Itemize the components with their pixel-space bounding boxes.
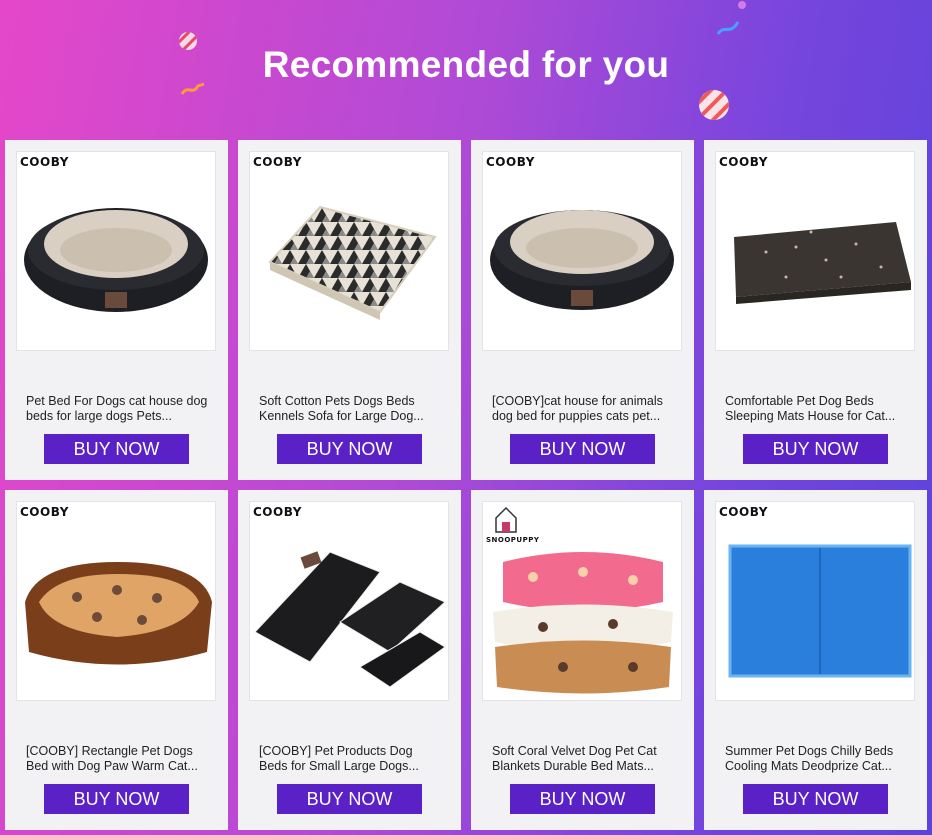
product-image[interactable]: COOBY [16,151,216,351]
product-title[interactable]: Soft Cotton Pets Dogs Beds Kennels Sofa … [259,394,444,424]
product-card[interactable]: SNOOPUPPY Soft Coral Velvet Dog Pet Cat … [471,490,694,830]
buy-now-button[interactable]: BUY NOW [277,784,422,814]
streamer-icon [716,21,740,35]
product-card[interactable]: COOBY Summer Pet Dogs Chilly Beds Coolin… [704,490,927,830]
product-title[interactable]: Summer Pet Dogs Chilly Beds Cooling Mats… [725,744,910,774]
brand-logo: COOBY [253,155,302,169]
product-image[interactable]: COOBY [249,151,449,351]
product-image[interactable]: COOBY [16,501,216,701]
product-image[interactable]: COOBY [482,151,682,351]
product-title[interactable]: [COOBY]cat house for animals dog bed for… [492,394,677,424]
brand-logo: COOBY [20,505,69,519]
streamer-icon [180,82,205,95]
product-card[interactable]: COOBY [COOBY] Rectangle Pet Dogs Bed wit… [5,490,228,830]
product-title[interactable]: [COOBY] Rectangle Pet Dogs Bed with Dog … [26,744,211,774]
buy-now-button[interactable]: BUY NOW [743,434,888,464]
blue-cooling-mat-icon [728,544,912,678]
banner-title: Recommended for you [262,44,670,85]
product-title[interactable]: Comfortable Pet Dog Beds Sleeping Mats H… [725,394,910,424]
dark-pet-mat-icon [734,222,911,304]
product-card[interactable]: COOBY Comfortable Pet Dog Beds Sleeping … [704,140,927,480]
oval-dog-bed-black-icon [24,208,208,312]
product-card[interactable]: COOBY [COOBY]cat house for animals dog b… [471,140,694,480]
buy-now-button[interactable]: BUY NOW [44,434,189,464]
buy-now-button[interactable]: BUY NOW [510,784,655,814]
buy-now-button[interactable]: BUY NOW [277,434,422,464]
banner: Recommended for you [0,0,932,140]
brand-logo: COOBY [253,505,302,519]
product-image[interactable]: COOBY [715,151,915,351]
product-card[interactable]: COOBY [COOBY] Pet Products Dog Beds for … [238,490,461,830]
product-image[interactable]: SNOOPUPPY [482,501,682,701]
striped-ball-icon [179,32,197,50]
product-image[interactable]: COOBY [249,501,449,701]
paw-print-rectangle-bed-icon [25,562,212,665]
confetti-icon [738,1,746,9]
striped-ball-icon [699,90,729,120]
product-title[interactable]: Soft Coral Velvet Dog Pet Cat Blankets D… [492,744,677,774]
brand-logo: COOBY [719,505,768,519]
triangle-pattern-pet-mat-icon [268,205,437,320]
brand-logo: COOBY [719,155,768,169]
buy-now-button[interactable]: BUY NOW [44,784,189,814]
house-logo-icon [495,506,517,533]
product-image[interactable]: COOBY [715,501,915,701]
buy-now-button[interactable]: BUY NOW [743,784,888,814]
oval-dog-bed-black-icon [490,210,674,310]
product-title[interactable]: [COOBY] Pet Products Dog Beds for Small … [259,744,444,774]
stacked-black-mats-icon [254,551,446,688]
brand-logo: COOBY [20,155,69,169]
brand-logo: SNOOPUPPY [486,536,540,544]
buy-now-button[interactable]: BUY NOW [510,434,655,464]
product-title[interactable]: Pet Bed For Dogs cat house dog beds for … [26,394,211,424]
brand-logo: COOBY [486,155,535,169]
product-card[interactable]: COOBY Pet Bed For Dogs cat house dog bed… [5,140,228,480]
product-card[interactable]: COOBY Soft Cotton Pets Dogs Beds Kennels… [238,140,461,480]
